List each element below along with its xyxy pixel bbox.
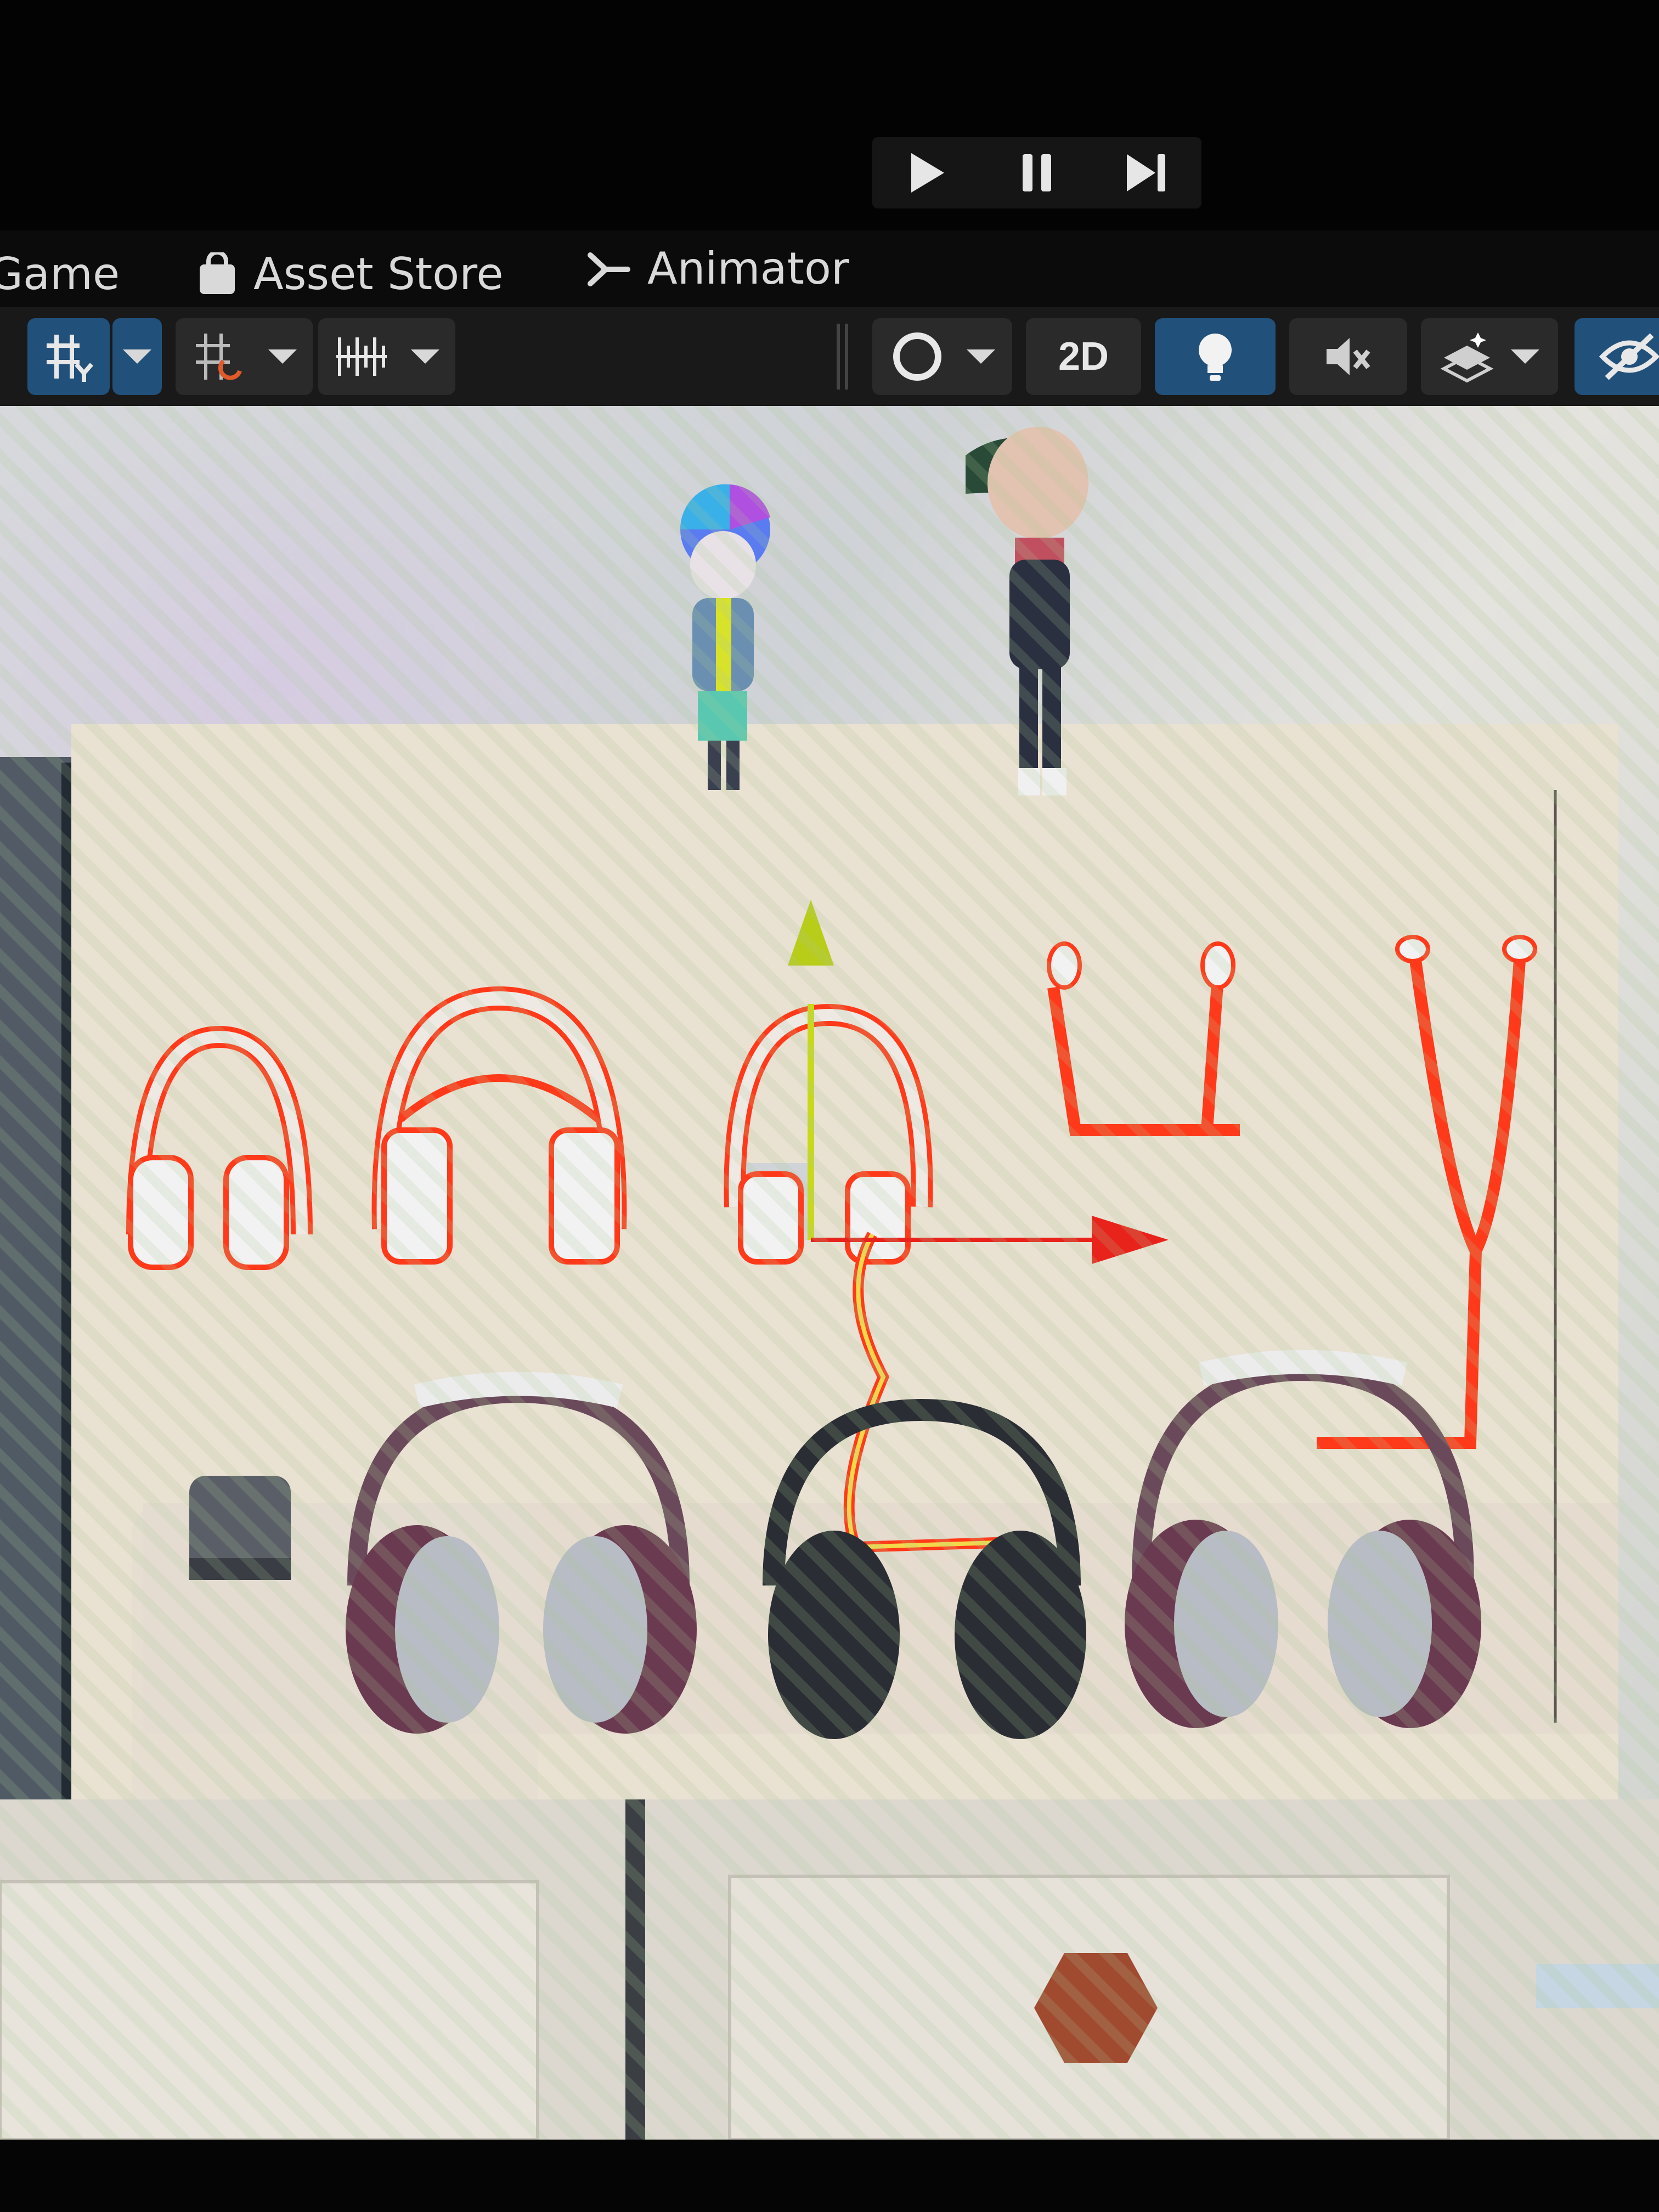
- bottom-bezel: [0, 2140, 1659, 2212]
- grid-snap-dropdown[interactable]: [112, 318, 162, 395]
- tab-animator-label: Animator: [647, 243, 849, 294]
- ruler-button[interactable]: [318, 318, 455, 395]
- view-2d-toggle[interactable]: 2D: [1026, 318, 1141, 395]
- scene-toolbar: 2D: [0, 307, 1659, 406]
- tab-asset-store-label: Asset Store: [253, 249, 504, 300]
- snap-increment-button[interactable]: [176, 318, 313, 395]
- effects-button[interactable]: [1421, 318, 1558, 395]
- scene-viewport[interactable]: [0, 406, 1659, 2140]
- lightbulb-icon: [1199, 334, 1232, 381]
- step-forward-icon: [1127, 154, 1165, 191]
- shading-mode-button[interactable]: [872, 318, 1012, 395]
- unity-editor-screen: Game Asset Store Animator 2D: [0, 0, 1659, 2212]
- shopping-bag-icon: [198, 252, 237, 296]
- panel-edge: [0, 757, 71, 1832]
- effects-icon: [1440, 332, 1494, 383]
- ruler-icon: [336, 337, 387, 376]
- tab-animator[interactable]: Animator: [587, 241, 849, 296]
- grid-snap-icon: [47, 335, 94, 382]
- tab-game[interactable]: Game: [0, 247, 120, 302]
- view-2d-label: 2D: [1058, 335, 1109, 379]
- lower-panels: [0, 1799, 1659, 2140]
- play-controls: [872, 137, 1201, 208]
- toolbar-separator: [837, 324, 840, 390]
- step-button[interactable]: [1092, 137, 1201, 208]
- pause-icon: [1023, 154, 1051, 191]
- tab-asset-store[interactable]: Asset Store: [198, 247, 504, 302]
- shading-mode-icon: [893, 332, 941, 381]
- play-button[interactable]: [872, 137, 982, 208]
- editor-tabs: Game Asset Store Animator: [0, 230, 1659, 307]
- play-icon: [911, 153, 944, 193]
- toolbar-separator: [845, 324, 848, 390]
- tab-game-label: Game: [0, 249, 120, 300]
- pause-button[interactable]: [982, 137, 1092, 208]
- audio-mute-icon: [1326, 338, 1370, 375]
- panel-edge-border: [61, 763, 71, 1849]
- case-object[interactable]: [189, 1476, 291, 1580]
- snap-increment-icon: [196, 334, 242, 380]
- grid-snap-button[interactable]: [27, 318, 110, 395]
- lighting-toggle[interactable]: [1155, 318, 1276, 395]
- animator-icon: [587, 250, 631, 288]
- hidden-eye-icon: [1599, 333, 1659, 380]
- visibility-toggle[interactable]: [1575, 318, 1659, 395]
- scene-canvas: [0, 406, 1659, 2140]
- audio-toggle[interactable]: [1289, 318, 1407, 395]
